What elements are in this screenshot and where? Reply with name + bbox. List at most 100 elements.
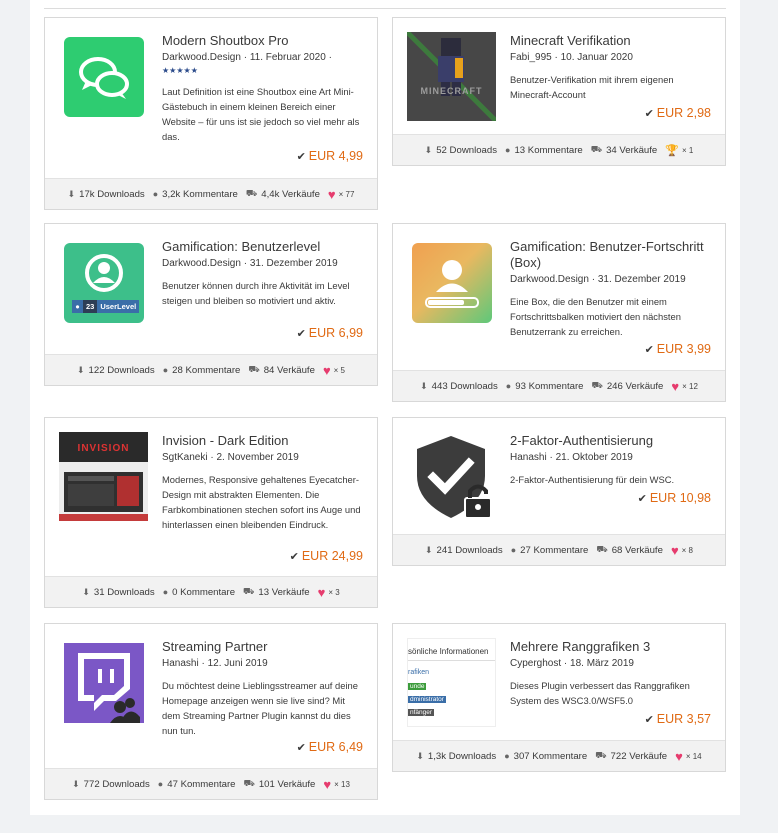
author-link[interactable]: Fabi_995 bbox=[510, 52, 552, 63]
plugin-meta: SgtKaneki · 2. November 2019 bbox=[162, 452, 299, 463]
trophy-icon: 🏆 bbox=[665, 144, 679, 157]
check-icon: ✔ bbox=[637, 493, 647, 505]
author-link[interactable]: Darkwood.Design bbox=[162, 258, 241, 269]
comment-icon: ● bbox=[157, 779, 164, 789]
thumb-label: rafiken bbox=[408, 669, 430, 676]
comment-icon: ● bbox=[162, 587, 169, 597]
like-count: × 5 bbox=[333, 365, 345, 375]
thumb-heading: sönliche Informationen bbox=[408, 647, 489, 656]
plugin-description: Benutzer können durch ihre Aktivität im … bbox=[162, 280, 350, 306]
heart-icon: ♥ bbox=[675, 748, 683, 764]
plugin-title[interactable]: Modern Shoutbox Pro bbox=[162, 33, 363, 49]
plugin-price: ✔ EUR 6,99 bbox=[296, 326, 363, 340]
comment-count: 47 Kommentare bbox=[167, 778, 236, 790]
plugin-card-2fa[interactable]: 2-Faktor-Authentisierung Hanashi · 21. O… bbox=[392, 417, 726, 566]
plugin-date: 31. Dezember 2019 bbox=[249, 258, 338, 269]
cart-icon: ⛟ bbox=[245, 188, 258, 198]
shoutbox-thumbnail[interactable] bbox=[64, 37, 144, 117]
rank-badge-dark: nfänger bbox=[408, 709, 435, 716]
2fa-thumbnail[interactable] bbox=[407, 432, 496, 521]
plugin-stats: ⬇ 31 Downloads ● 0 Kommentare ⛟ 13 Verkäufe… bbox=[45, 576, 377, 607]
plugin-date: 11. Februar 2020 bbox=[249, 52, 326, 63]
plugin-card-invision[interactable]: INVISION Invision - Dark Edition SgtKane… bbox=[44, 417, 378, 608]
author-link[interactable]: Darkwood.Design bbox=[162, 52, 241, 63]
plugin-card-userlevel[interactable]: ● 23 UserLevel Gamification: Benutzerlev… bbox=[44, 223, 378, 386]
sales-count: 84 Verkäufe bbox=[263, 364, 315, 376]
like-count: × 14 bbox=[685, 751, 702, 761]
like-count: × 13 bbox=[334, 779, 350, 789]
heart-icon: ♥ bbox=[323, 776, 332, 792]
download-count: 1,3k Downloads bbox=[427, 750, 497, 762]
plugin-price: ✔ EUR 3,99 bbox=[644, 342, 711, 356]
plugin-title[interactable]: Gamification: Benutzerlevel bbox=[162, 239, 363, 255]
download-count: 52 Downloads bbox=[436, 144, 498, 156]
plugin-title[interactable]: Mehrere Ranggrafiken 3 bbox=[510, 639, 711, 655]
invision-thumbnail[interactable]: INVISION bbox=[59, 432, 148, 521]
author-link[interactable]: Darkwood.Design bbox=[510, 274, 589, 285]
author-link[interactable]: Hanashi bbox=[510, 452, 547, 463]
plugin-title[interactable]: Minecraft Verifikation bbox=[510, 33, 711, 49]
download-count: 772 Downloads bbox=[83, 778, 150, 790]
divider bbox=[44, 8, 726, 9]
rank-badge-blue: dministrator bbox=[408, 696, 446, 703]
download-icon: ⬇ bbox=[67, 188, 76, 199]
plugin-title[interactable]: 2-Faktor-Authentisierung bbox=[510, 433, 711, 449]
plugin-meta: Darkwood.Design · 31. Dezember 2019 bbox=[162, 258, 338, 269]
comment-count: 28 Kommentare bbox=[172, 364, 241, 376]
cart-icon: ⛟ bbox=[595, 750, 607, 760]
comment-count: 307 Kommentare bbox=[513, 750, 588, 762]
cart-icon: ⛟ bbox=[596, 544, 608, 554]
sales-count: 246 Verkäufe bbox=[606, 380, 664, 392]
download-count: 241 Downloads bbox=[436, 544, 503, 556]
plugin-description: Du möchtest deine Lieblingsstreamer auf … bbox=[162, 680, 358, 736]
rank-badge-green: unde bbox=[408, 683, 427, 690]
cart-icon: ⛟ bbox=[248, 364, 260, 374]
check-icon: ✔ bbox=[296, 742, 306, 754]
check-icon: ✔ bbox=[644, 714, 654, 726]
heart-icon: ♥ bbox=[322, 362, 331, 378]
userlevel-thumbnail[interactable]: ● 23 UserLevel bbox=[64, 243, 144, 323]
author-link[interactable]: Cyperghost bbox=[510, 658, 561, 669]
author-link[interactable]: SgtKaneki bbox=[162, 452, 208, 463]
comment-count: 13 Kommentare bbox=[514, 144, 583, 156]
plugin-title[interactable]: Gamification: Benutzer-Fortschritt (Box) bbox=[510, 239, 711, 271]
plugin-title[interactable]: Streaming Partner bbox=[162, 639, 363, 655]
plugin-card-shoutbox[interactable]: Modern Shoutbox Pro Darkwood.Design · 11… bbox=[44, 17, 378, 210]
heart-icon: ♥ bbox=[327, 186, 336, 202]
download-count: 122 Downloads bbox=[88, 364, 155, 376]
plugin-date: 18. März 2019 bbox=[570, 658, 634, 669]
heart-icon: ♥ bbox=[317, 584, 326, 600]
plugin-description: Eine Box, die den Benutzer mit einem For… bbox=[510, 296, 681, 337]
invision-logo-text: INVISION bbox=[77, 443, 130, 454]
comment-icon: ● bbox=[152, 189, 159, 199]
plugin-price: ✔ EUR 3,57 bbox=[644, 712, 711, 726]
plugin-card-minecraft[interactable]: MINECRAFT Minecraft Verifikation Fabi_99… bbox=[392, 17, 726, 166]
sales-count: 13 Verkäufe bbox=[258, 586, 310, 598]
download-icon: ⬇ bbox=[420, 380, 428, 391]
comment-icon: ● bbox=[505, 145, 511, 155]
plugin-card-streaming[interactable]: Streaming Partner Hanashi · 12. Juni 201… bbox=[44, 623, 378, 800]
download-icon: ⬇ bbox=[72, 778, 80, 789]
plugin-card-progress[interactable]: Gamification: Benutzer-Fortschritt (Box)… bbox=[392, 223, 726, 402]
comment-icon: ● bbox=[505, 381, 512, 391]
download-icon: ⬇ bbox=[82, 586, 90, 597]
sales-count: 4,4k Verkäufe bbox=[261, 188, 320, 200]
author-link[interactable]: Hanashi bbox=[162, 658, 199, 669]
cart-icon: ⛟ bbox=[243, 586, 255, 596]
plugin-card-ranggrafiken[interactable]: sönliche Informationen rafiken unde dmin… bbox=[392, 623, 726, 772]
progress-thumbnail[interactable] bbox=[412, 243, 492, 323]
plugin-meta: Hanashi · 21. Oktober 2019 bbox=[510, 452, 633, 463]
rating-stars: ★★★★★ bbox=[162, 66, 198, 75]
minecraft-logo-text: MINECRAFT bbox=[420, 86, 483, 96]
heart-icon: ♥ bbox=[671, 378, 680, 394]
streaming-thumbnail[interactable] bbox=[64, 643, 144, 723]
minecraft-thumbnail[interactable]: MINECRAFT bbox=[407, 32, 496, 121]
plugin-stats: ⬇ 1,3k Downloads ● 307 Kommentare ⛟ 722 Ver… bbox=[393, 740, 725, 771]
plugin-description: Benutzer-Verifikation mit ihrem eigenen … bbox=[510, 74, 674, 100]
plugin-title[interactable]: Invision - Dark Edition bbox=[162, 433, 363, 449]
plugin-description: Modernes, Responsive gehaltenes Eyecatch… bbox=[162, 474, 361, 530]
like-count: × 77 bbox=[338, 189, 355, 199]
comment-icon: ● bbox=[504, 751, 510, 761]
plugin-stats: ⬇ 52 Downloads ● 13 Kommentare ⛟ 34 Verkäuf… bbox=[393, 134, 725, 165]
ranggrafiken-thumbnail[interactable]: sönliche Informationen rafiken unde dmin… bbox=[407, 638, 496, 727]
